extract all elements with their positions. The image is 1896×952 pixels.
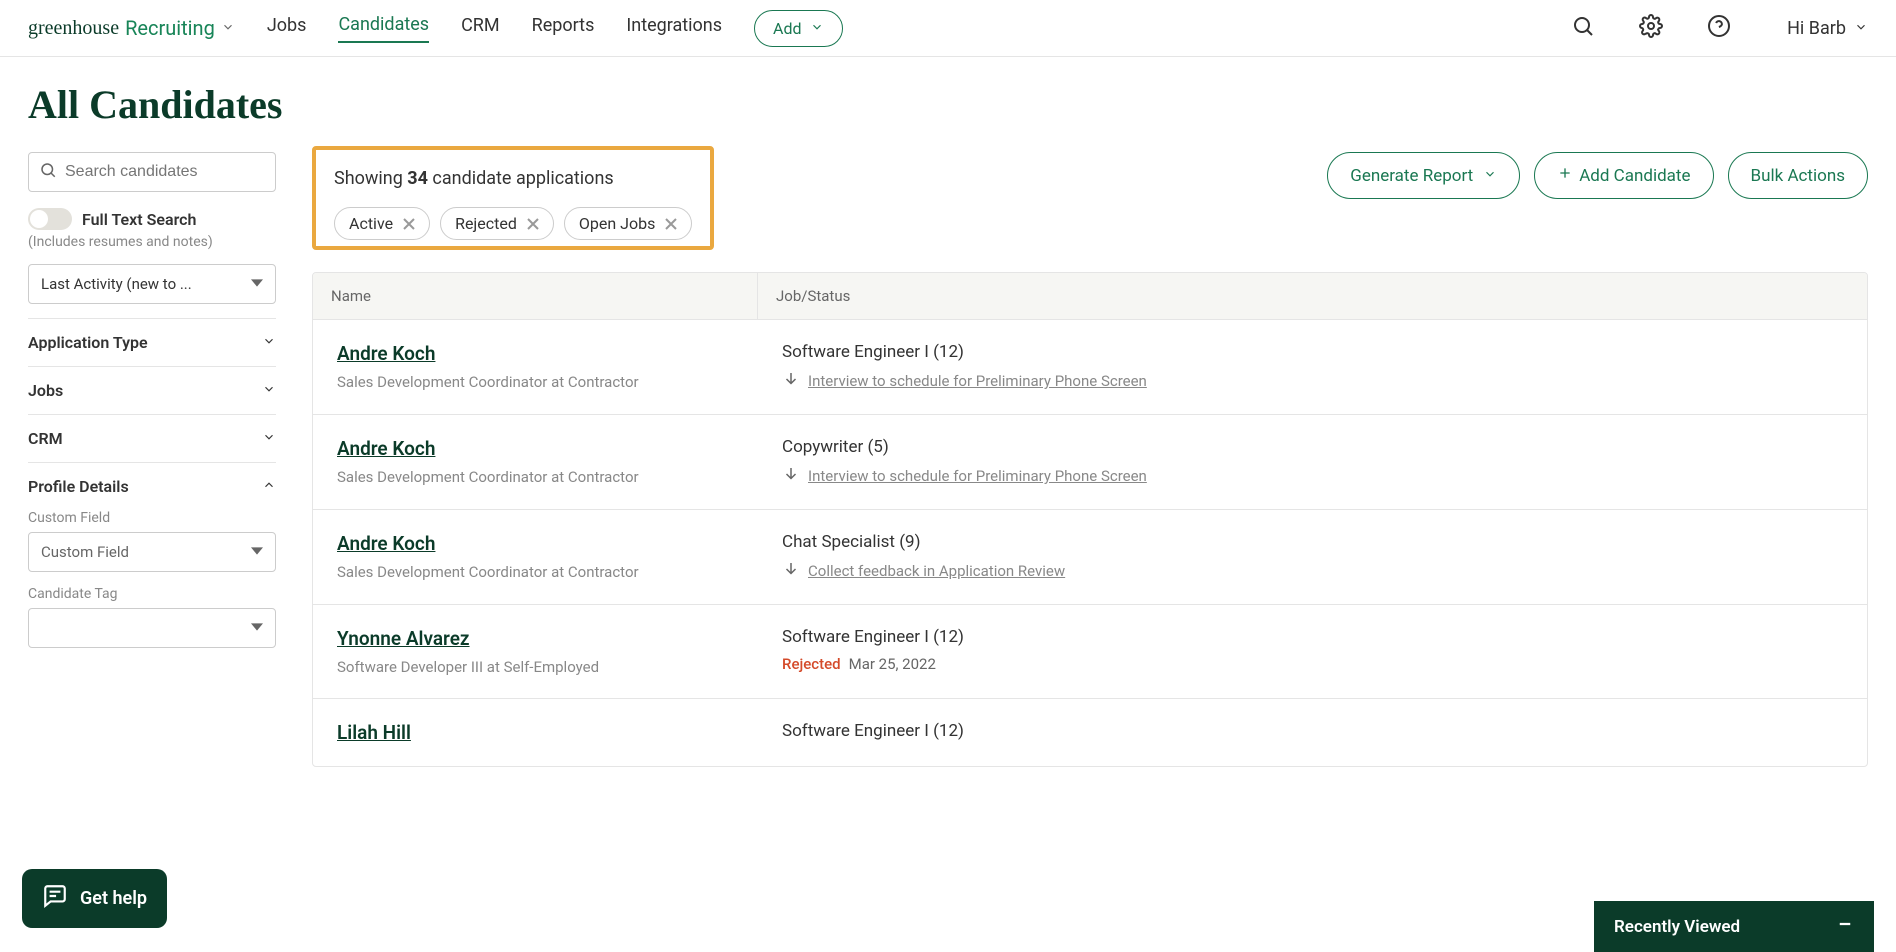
caret-down-icon bbox=[251, 619, 263, 637]
column-job-status: Job/Status bbox=[758, 273, 1867, 319]
chevron-down-icon bbox=[262, 429, 276, 448]
table-row: Lilah Hill Software Engineer I (12) bbox=[313, 699, 1867, 766]
nav-candidates[interactable]: Candidates bbox=[338, 14, 429, 43]
table-row: Andre Koch Sales Development Coordinator… bbox=[313, 415, 1867, 510]
candidate-name-link[interactable]: Ynonne Alvarez bbox=[337, 627, 734, 650]
filter-crm[interactable]: CRM bbox=[28, 429, 276, 448]
arrow-down-icon bbox=[782, 370, 800, 392]
get-help-widget[interactable]: Get help bbox=[22, 869, 167, 928]
remove-chip-rejected[interactable] bbox=[527, 218, 539, 230]
user-greeting: Hi Barb bbox=[1787, 18, 1846, 39]
candidate-name-link[interactable]: Andre Koch bbox=[337, 342, 734, 365]
add-label: Add bbox=[773, 19, 801, 38]
logo-sub: Recruiting bbox=[125, 16, 215, 40]
sidebar: Full Text Search (Includes resumes and n… bbox=[28, 152, 276, 648]
filter-chip-open-jobs: Open Jobs bbox=[564, 207, 692, 240]
candidate-name-link[interactable]: Lilah Hill bbox=[337, 721, 734, 744]
fulltext-note: (Includes resumes and notes) bbox=[28, 234, 276, 250]
user-menu[interactable]: Hi Barb bbox=[1787, 18, 1868, 39]
nav-crm[interactable]: CRM bbox=[461, 15, 500, 42]
main-content: Showing 34 candidate applications Active… bbox=[312, 152, 1868, 767]
showing-count: Showing 34 candidate applications bbox=[334, 168, 692, 189]
logo-main: greenhouse bbox=[28, 17, 119, 40]
search-icon bbox=[39, 161, 57, 183]
filter-jobs[interactable]: Jobs bbox=[28, 381, 276, 400]
arrow-down-icon bbox=[782, 465, 800, 487]
chevron-down-icon bbox=[221, 19, 235, 38]
status-link[interactable]: Collect feedback in Application Review bbox=[808, 562, 1065, 580]
chat-icon bbox=[42, 883, 68, 914]
candidate-tag-dropdown[interactable] bbox=[28, 608, 276, 648]
chevron-down-icon bbox=[262, 381, 276, 400]
filter-application-type[interactable]: Application Type bbox=[28, 333, 276, 352]
page-title: All Candidates bbox=[0, 57, 1896, 134]
candidate-job: Chat Specialist (9) bbox=[782, 532, 1843, 552]
logo[interactable]: greenhouse Recruiting bbox=[28, 16, 235, 40]
status-link[interactable]: Interview to schedule for Preliminary Ph… bbox=[808, 467, 1147, 485]
candidate-name-link[interactable]: Andre Koch bbox=[337, 437, 734, 460]
candidate-name-link[interactable]: Andre Koch bbox=[337, 532, 734, 555]
candidate-subtitle: Software Developer III at Self-Employed bbox=[337, 658, 734, 676]
search-icon bbox=[1571, 23, 1595, 42]
custom-field-dropdown[interactable]: Custom Field bbox=[28, 532, 276, 572]
nav-jobs[interactable]: Jobs bbox=[267, 15, 307, 42]
nav-reports[interactable]: Reports bbox=[532, 15, 595, 42]
generate-report-button[interactable]: Generate Report bbox=[1327, 152, 1520, 199]
recently-viewed-label: Recently Viewed bbox=[1614, 917, 1740, 937]
filter-profile-details[interactable]: Profile Details bbox=[28, 477, 276, 496]
chevron-down-icon bbox=[1483, 166, 1497, 186]
column-name: Name bbox=[313, 273, 758, 319]
caret-down-icon bbox=[251, 275, 263, 293]
minimize-icon bbox=[1836, 915, 1854, 938]
fulltext-label: Full Text Search bbox=[82, 210, 196, 229]
candidate-tag-label: Candidate Tag bbox=[28, 586, 276, 602]
sort-label: Last Activity (new to ... bbox=[41, 275, 192, 293]
chevron-up-icon bbox=[262, 477, 276, 496]
candidate-job: Copywriter (5) bbox=[782, 437, 1843, 457]
add-candidate-button[interactable]: Add Candidate bbox=[1534, 152, 1713, 199]
table-row: Andre Koch Sales Development Coordinator… bbox=[313, 510, 1867, 605]
remove-chip-active[interactable] bbox=[403, 218, 415, 230]
bulk-actions-button[interactable]: Bulk Actions bbox=[1728, 152, 1868, 199]
candidate-job: Software Engineer I (12) bbox=[782, 342, 1843, 362]
remove-chip-open-jobs[interactable] bbox=[665, 218, 677, 230]
chevron-down-icon bbox=[1854, 18, 1868, 39]
help-button[interactable] bbox=[1701, 8, 1737, 48]
sort-dropdown[interactable]: Last Activity (new to ... bbox=[28, 264, 276, 304]
candidate-job: Software Engineer I (12) bbox=[782, 721, 1843, 741]
candidate-table: Name Job/Status Andre Koch Sales Develop… bbox=[312, 272, 1868, 767]
get-help-label: Get help bbox=[80, 888, 147, 909]
search-button[interactable] bbox=[1565, 8, 1601, 48]
caret-down-icon bbox=[251, 543, 263, 561]
candidate-subtitle: Sales Development Coordinator at Contrac… bbox=[337, 563, 734, 581]
candidate-subtitle: Sales Development Coordinator at Contrac… bbox=[337, 373, 734, 391]
question-icon bbox=[1707, 23, 1731, 42]
arrow-down-icon bbox=[782, 560, 800, 582]
search-input-field[interactable] bbox=[65, 163, 272, 181]
search-candidates-input[interactable] bbox=[28, 152, 276, 192]
filter-chip-active: Active bbox=[334, 207, 430, 240]
top-nav: greenhouse Recruiting Jobs Candidates CR… bbox=[0, 0, 1896, 57]
plus-icon bbox=[1557, 165, 1573, 186]
filter-summary-highlight: Showing 34 candidate applications Active… bbox=[312, 146, 714, 250]
nav-items: Jobs Candidates CRM Reports Integrations bbox=[267, 14, 722, 43]
recently-viewed-bar[interactable]: Recently Viewed bbox=[1594, 901, 1874, 952]
add-button[interactable]: Add bbox=[754, 10, 842, 47]
chevron-down-icon bbox=[262, 333, 276, 352]
table-row: Andre Koch Sales Development Coordinator… bbox=[313, 320, 1867, 415]
custom-field-label: Custom Field bbox=[28, 510, 276, 526]
fulltext-toggle[interactable] bbox=[28, 208, 72, 230]
candidate-job: Software Engineer I (12) bbox=[782, 627, 1843, 647]
nav-integrations[interactable]: Integrations bbox=[626, 15, 722, 42]
rejected-date: Mar 25, 2022 bbox=[849, 655, 936, 673]
settings-button[interactable] bbox=[1633, 8, 1669, 48]
table-row: Ynonne Alvarez Software Developer III at… bbox=[313, 605, 1867, 699]
rejected-label: Rejected bbox=[782, 655, 841, 673]
chevron-down-icon bbox=[810, 19, 824, 38]
candidate-subtitle: Sales Development Coordinator at Contrac… bbox=[337, 468, 734, 486]
status-link[interactable]: Interview to schedule for Preliminary Ph… bbox=[808, 372, 1147, 390]
gear-icon bbox=[1639, 23, 1663, 42]
filter-chip-rejected: Rejected bbox=[440, 207, 554, 240]
